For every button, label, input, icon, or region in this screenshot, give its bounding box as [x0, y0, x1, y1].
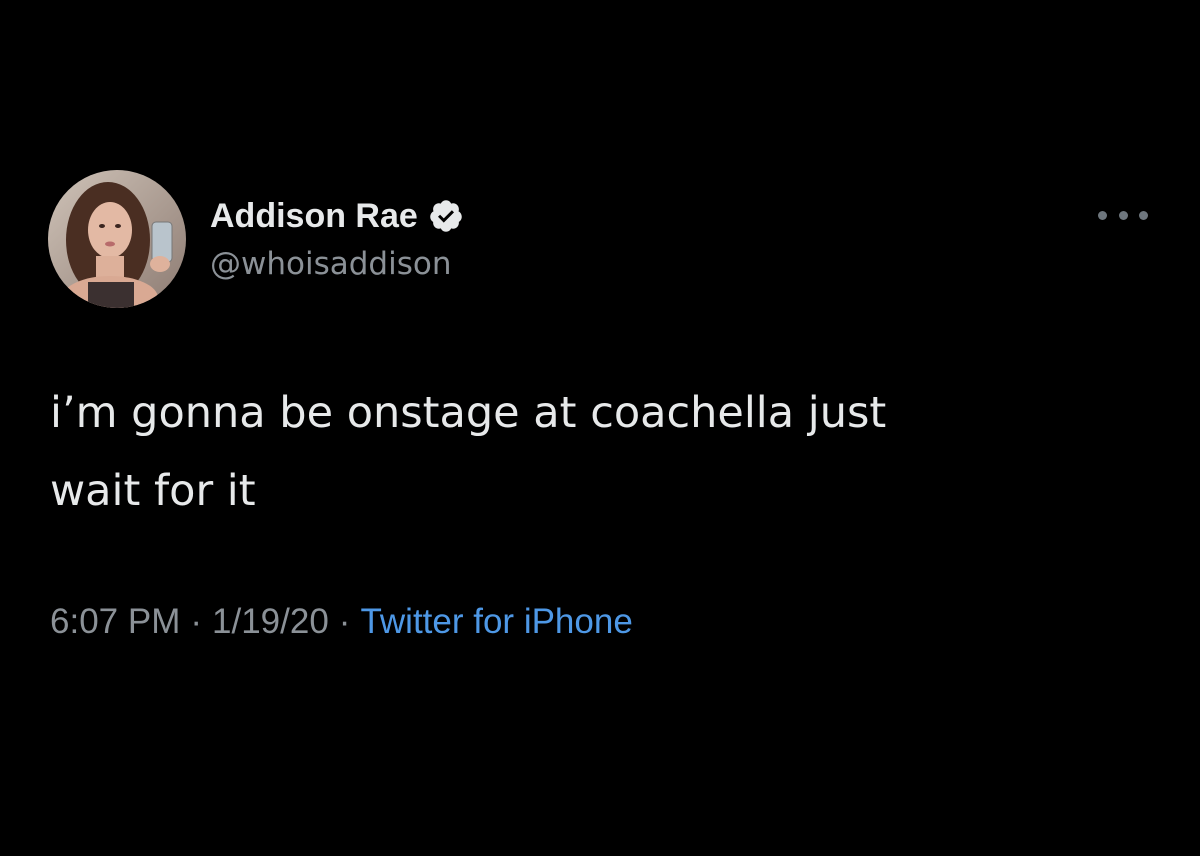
display-name-row: Addison Rae [210, 192, 464, 240]
tweet-text: i’m gonna be onstage at coachella just wa… [50, 374, 1150, 530]
tweet-source-link[interactable]: Twitter for iPhone [360, 602, 632, 641]
avatar[interactable] [48, 170, 186, 308]
more-dot [1118, 210, 1128, 220]
verified-badge-icon [428, 198, 464, 234]
more-dot [1098, 210, 1107, 220]
tweet-text-line: i’m gonna be onstage at coachella just [50, 388, 887, 438]
meta-separator: · [190, 602, 203, 641]
meta-separator: · [338, 602, 351, 641]
tweet-time[interactable]: 6:07 PM [50, 602, 180, 641]
more-dot [1139, 210, 1148, 220]
tweet-text-line: wait for it [50, 466, 256, 516]
tweet-meta: 6:07 PM · 1/19/20 · Twitter for iPhone [50, 602, 633, 642]
more-options-icon[interactable] [1098, 198, 1148, 232]
user-handle[interactable]: @whoisaddison [210, 246, 451, 282]
tweet-date[interactable]: 1/19/20 [212, 602, 329, 641]
display-name[interactable]: Addison Rae [210, 197, 418, 236]
tweet-card: Addison Rae @whoisaddison i’m gonna be o… [0, 0, 1200, 856]
